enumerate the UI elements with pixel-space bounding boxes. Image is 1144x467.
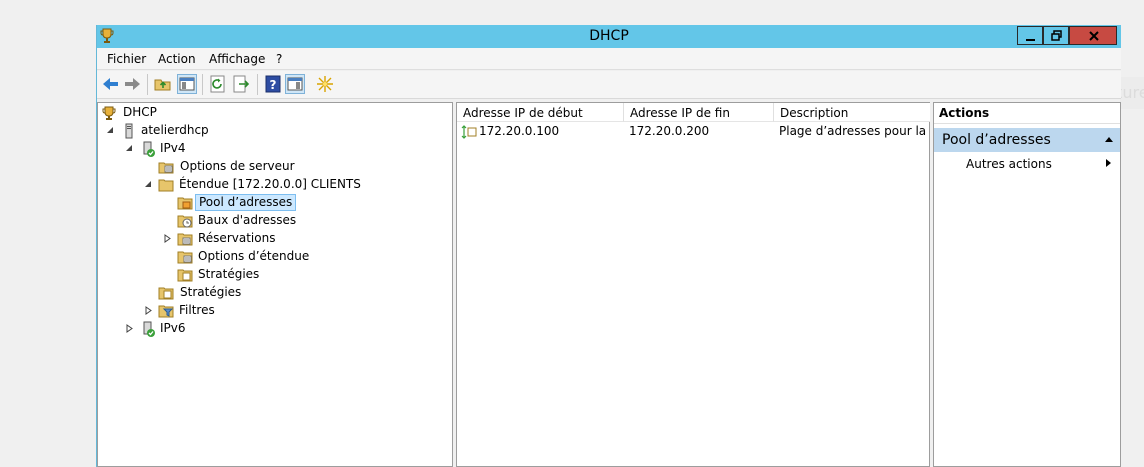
pool-folder-icon [177, 197, 193, 210]
folder-icon [158, 179, 174, 192]
column-header-description[interactable]: Description [774, 103, 930, 122]
collapsed-arrow-icon [164, 234, 171, 243]
server-icon [125, 123, 133, 139]
tree-label: Pool d’adresses [195, 194, 297, 211]
tree-label: Baux d'adresses [198, 213, 297, 227]
column-header-end-ip[interactable]: Adresse IP de fin [624, 103, 774, 122]
actions-group-label: Pool d’adresses [942, 132, 1051, 148]
collapse-caret-icon[interactable] [1104, 135, 1114, 143]
minimize-icon [1026, 39, 1035, 41]
menu-bar: Fichier Action Affichage ? [97, 48, 1121, 70]
tree-label: Stratégies [198, 267, 260, 281]
policies-folder-icon [158, 287, 174, 300]
show-hide-action-pane-icon[interactable] [285, 74, 305, 94]
description-cell: Plage d’adresses pour la distribution [779, 124, 929, 138]
collapsed-arrow-icon [126, 324, 133, 333]
expanded-arrow-icon [107, 127, 113, 133]
reservations-folder-icon [177, 233, 193, 246]
folder-up-icon[interactable] [153, 74, 173, 94]
forward-icon[interactable] [122, 74, 142, 94]
tree-label: IPv4 [160, 141, 186, 155]
column-header-start-ip[interactable]: Adresse IP de début [457, 103, 624, 122]
expanded-arrow-icon [126, 145, 132, 151]
actions-pane: Actions Pool d’adresses Autres actions [933, 102, 1121, 467]
collapsed-arrow-icon [145, 306, 152, 315]
leases-folder-icon [177, 215, 193, 228]
expanded-arrow-icon [145, 181, 151, 187]
close-icon [1089, 31, 1099, 41]
window-title: DHCP [589, 28, 629, 44]
filter-folder-icon [158, 305, 174, 318]
tree-label: Options de serveur [180, 159, 295, 173]
ipv4-icon [143, 141, 155, 157]
svg-text:?: ? [270, 78, 277, 92]
menu-help[interactable]: ? [276, 52, 282, 66]
tree-label: IPv6 [160, 321, 186, 335]
options-folder-icon [158, 162, 174, 174]
dhcp-trophy-icon [102, 106, 116, 120]
minimize-button[interactable] [1017, 26, 1043, 45]
column-header-label: Adresse IP de début [463, 106, 583, 120]
toolbar-separator [202, 74, 203, 95]
column-header-label: Description [780, 106, 849, 120]
end-ip-cell: 172.20.0.200 [629, 124, 710, 138]
help-icon[interactable]: ? [263, 74, 283, 94]
menu-action[interactable]: Action [158, 52, 196, 66]
results-list: Adresse IP de début Adresse IP de fin De… [456, 102, 930, 467]
toolbar-separator [147, 74, 148, 95]
toolbar-separator [257, 74, 258, 95]
address-range-icon [461, 125, 477, 139]
actions-group-pool[interactable]: Pool d’adresses [934, 128, 1120, 152]
toolbar: ? [97, 71, 1121, 99]
policies-folder-icon [177, 269, 193, 282]
export-icon[interactable] [231, 74, 251, 94]
tree-label: Options d’étendue [198, 249, 310, 263]
refresh-icon[interactable] [208, 74, 228, 94]
tree-label: Réservations [198, 231, 276, 245]
tree-label: DHCP [123, 105, 157, 119]
title-bar[interactable]: DHCP [97, 25, 1121, 48]
console-tree: DHCP atelierdhcp IPv4 Options de serveur… [97, 102, 453, 467]
close-button[interactable] [1069, 26, 1117, 45]
dhcp-window: DHCP Fichier Action Affichage ? ? DHCP a… [96, 25, 1121, 467]
new-star-icon[interactable] [315, 74, 335, 94]
start-ip-cell: 172.20.0.100 [479, 124, 560, 138]
ipv6-icon [143, 321, 155, 337]
tree-label: Étendue [172.20.0.0] CLIENTS [179, 177, 361, 191]
menu-affichage[interactable]: Affichage [209, 52, 265, 66]
actions-header: Actions [934, 103, 1120, 124]
menu-fichier[interactable]: Fichier [107, 52, 146, 66]
back-icon[interactable] [101, 74, 121, 94]
restore-icon [1051, 30, 1062, 41]
tree-label: Filtres [179, 303, 215, 317]
more-actions-item[interactable]: Autres actions [966, 157, 1052, 171]
show-hide-tree-icon[interactable] [177, 74, 197, 94]
options-folder-icon [177, 251, 193, 264]
restore-button[interactable] [1043, 26, 1069, 45]
column-header-label: Adresse IP de fin [630, 106, 730, 120]
tree-label: atelierdhcp [141, 123, 209, 137]
tree-label: Stratégies [180, 285, 242, 299]
submenu-arrow-icon [1106, 159, 1111, 167]
